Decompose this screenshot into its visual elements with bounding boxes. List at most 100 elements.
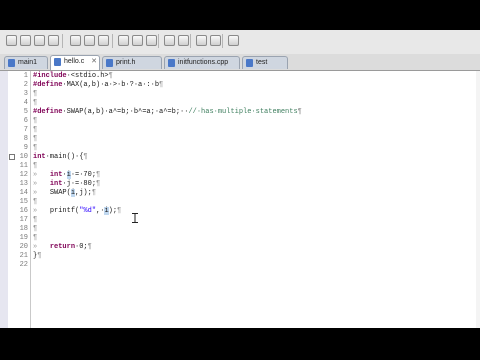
- code-token: int: [49, 180, 63, 188]
- code-line[interactable]: ¶: [33, 198, 37, 207]
- perspective-icon[interactable]: [228, 35, 239, 46]
- save-icon[interactable]: [34, 35, 45, 46]
- line-number: 3: [23, 90, 28, 98]
- code-token: ·main()·{: [45, 153, 84, 161]
- tab-test[interactable]: test: [242, 56, 288, 69]
- code-token: ·=·70;: [70, 171, 97, 179]
- search-icon[interactable]: [132, 35, 143, 46]
- new-icon[interactable]: [6, 35, 17, 46]
- ide-window: main1 hello.c ✕ print.h initfunctions.cp…: [0, 30, 480, 328]
- code-line[interactable]: #define·MAX(a,b)·a·>·b·?·a·:·b¶: [33, 81, 163, 90]
- code-token: ¶: [33, 162, 38, 170]
- code-line[interactable]: ¶: [33, 135, 37, 144]
- code-line[interactable]: » int·j·=·80;¶: [33, 180, 100, 189]
- tab-label: main1: [18, 59, 38, 66]
- code-token: »: [33, 180, 50, 188]
- code-token: ¶: [33, 234, 38, 242]
- code-token: ¶: [33, 198, 38, 206]
- external-tools-icon[interactable]: [210, 35, 221, 46]
- code-token: #define: [33, 81, 63, 89]
- line-number: 6: [23, 117, 28, 125]
- code-editor[interactable]: 1 #include·<stdio.h>¶ 2 #define·MAX(a,b)·a·…: [0, 71, 480, 328]
- line-number: 5: [23, 108, 28, 116]
- c-file-icon: [106, 59, 113, 67]
- c-file-icon: [54, 58, 61, 66]
- close-icon[interactable]: ✕: [91, 56, 97, 67]
- code-token: ¶: [297, 108, 302, 116]
- code-token: ¶: [33, 90, 38, 98]
- line-number: 12: [19, 171, 28, 179]
- code-token: int: [49, 171, 63, 179]
- code-token: //·has·multiple·statements: [188, 108, 298, 116]
- code-token: ¶: [96, 180, 101, 188]
- tab-initfunctions-cpp[interactable]: initfunctions.cpp: [164, 56, 240, 69]
- vertical-scrollbar[interactable]: [476, 71, 480, 328]
- line-number: 2: [23, 81, 28, 89]
- line-number: 13: [19, 180, 28, 188]
- code-token: ¶: [108, 72, 113, 80]
- line-number: 18: [19, 225, 28, 233]
- code-token: »: [33, 189, 50, 197]
- code-token: "%d": [79, 207, 97, 215]
- code-token: ¶: [33, 144, 38, 152]
- code-line[interactable]: ¶: [33, 225, 37, 234]
- code-line[interactable]: #define·SWAP(a,b)·a^=b;·b^=a;·a^=b;··//·…: [33, 108, 302, 117]
- save-all-icon[interactable]: [48, 35, 59, 46]
- run-icon[interactable]: [118, 35, 129, 46]
- code-line[interactable]: » return·0;¶: [33, 243, 92, 252]
- code-line[interactable]: » SWAP(i,j);¶: [33, 189, 96, 198]
- back-icon[interactable]: [146, 35, 157, 46]
- code-line[interactable]: ¶: [33, 99, 37, 108]
- text-cursor-icon: [132, 210, 138, 223]
- code-line[interactable]: ¶: [33, 117, 37, 126]
- next-annotation-icon[interactable]: [178, 35, 189, 46]
- tab-main1[interactable]: main1: [4, 56, 48, 69]
- code-line[interactable]: #include·<stdio.h>¶: [33, 72, 113, 81]
- tab-label: hello.c: [64, 58, 85, 65]
- toolbar-separator: [112, 34, 113, 48]
- code-token: return: [49, 243, 76, 251]
- code-token: ·j·=·80;: [62, 180, 97, 188]
- line-number: 22: [19, 261, 28, 269]
- tab-hello-c[interactable]: hello.c ✕: [50, 55, 100, 70]
- prev-annotation-icon[interactable]: [196, 35, 207, 46]
- code-token: ¶: [91, 189, 97, 197]
- code-line[interactable]: int·main()·{¶: [33, 153, 88, 162]
- tab-label: initfunctions.cpp: [178, 59, 229, 66]
- code-token: ·SWAP(a,b)·a^=b;·b^=a;·a^=b;··: [62, 108, 189, 116]
- main-toolbar: [0, 30, 480, 55]
- code-token: SWAP(: [49, 189, 71, 197]
- code-line[interactable]: » int·i·=·70;¶: [33, 171, 100, 180]
- open-icon[interactable]: [20, 35, 31, 46]
- code-line[interactable]: ¶: [33, 162, 37, 171]
- debug-icon[interactable]: [98, 35, 109, 46]
- code-line[interactable]: ¶: [33, 126, 37, 135]
- overview-ruler: [0, 71, 8, 328]
- line-number: 20: [19, 243, 28, 251]
- line-number: 7: [23, 126, 28, 134]
- code-line[interactable]: ¶: [33, 90, 37, 99]
- line-number: 21: [19, 252, 28, 260]
- toolbar-separator: [222, 34, 223, 48]
- build-icon[interactable]: [84, 35, 95, 46]
- code-line[interactable]: ¶: [33, 234, 37, 243]
- print-icon[interactable]: [70, 35, 81, 46]
- code-token: »: [33, 243, 50, 251]
- code-token: ¶: [83, 153, 88, 161]
- forward-icon[interactable]: [164, 35, 175, 46]
- tab-label: print.h: [116, 59, 136, 66]
- code-line[interactable]: ¶: [33, 216, 37, 225]
- code-token: ¶: [33, 216, 38, 224]
- code-line[interactable]: }¶: [33, 252, 41, 261]
- line-number: 4: [23, 99, 28, 107]
- code-line[interactable]: ¶: [33, 144, 37, 153]
- fold-toggle-icon[interactable]: [9, 154, 15, 160]
- tab-label: test: [256, 59, 268, 66]
- code-token: ¶: [87, 243, 92, 251]
- code-token: ¶: [117, 207, 122, 215]
- code-token: ·: [62, 171, 67, 179]
- code-token: #define: [33, 108, 63, 116]
- code-token: »: [33, 171, 50, 179]
- tab-print-h[interactable]: print.h: [102, 56, 162, 69]
- code-line[interactable]: » printf("%d",·i);¶: [33, 207, 121, 216]
